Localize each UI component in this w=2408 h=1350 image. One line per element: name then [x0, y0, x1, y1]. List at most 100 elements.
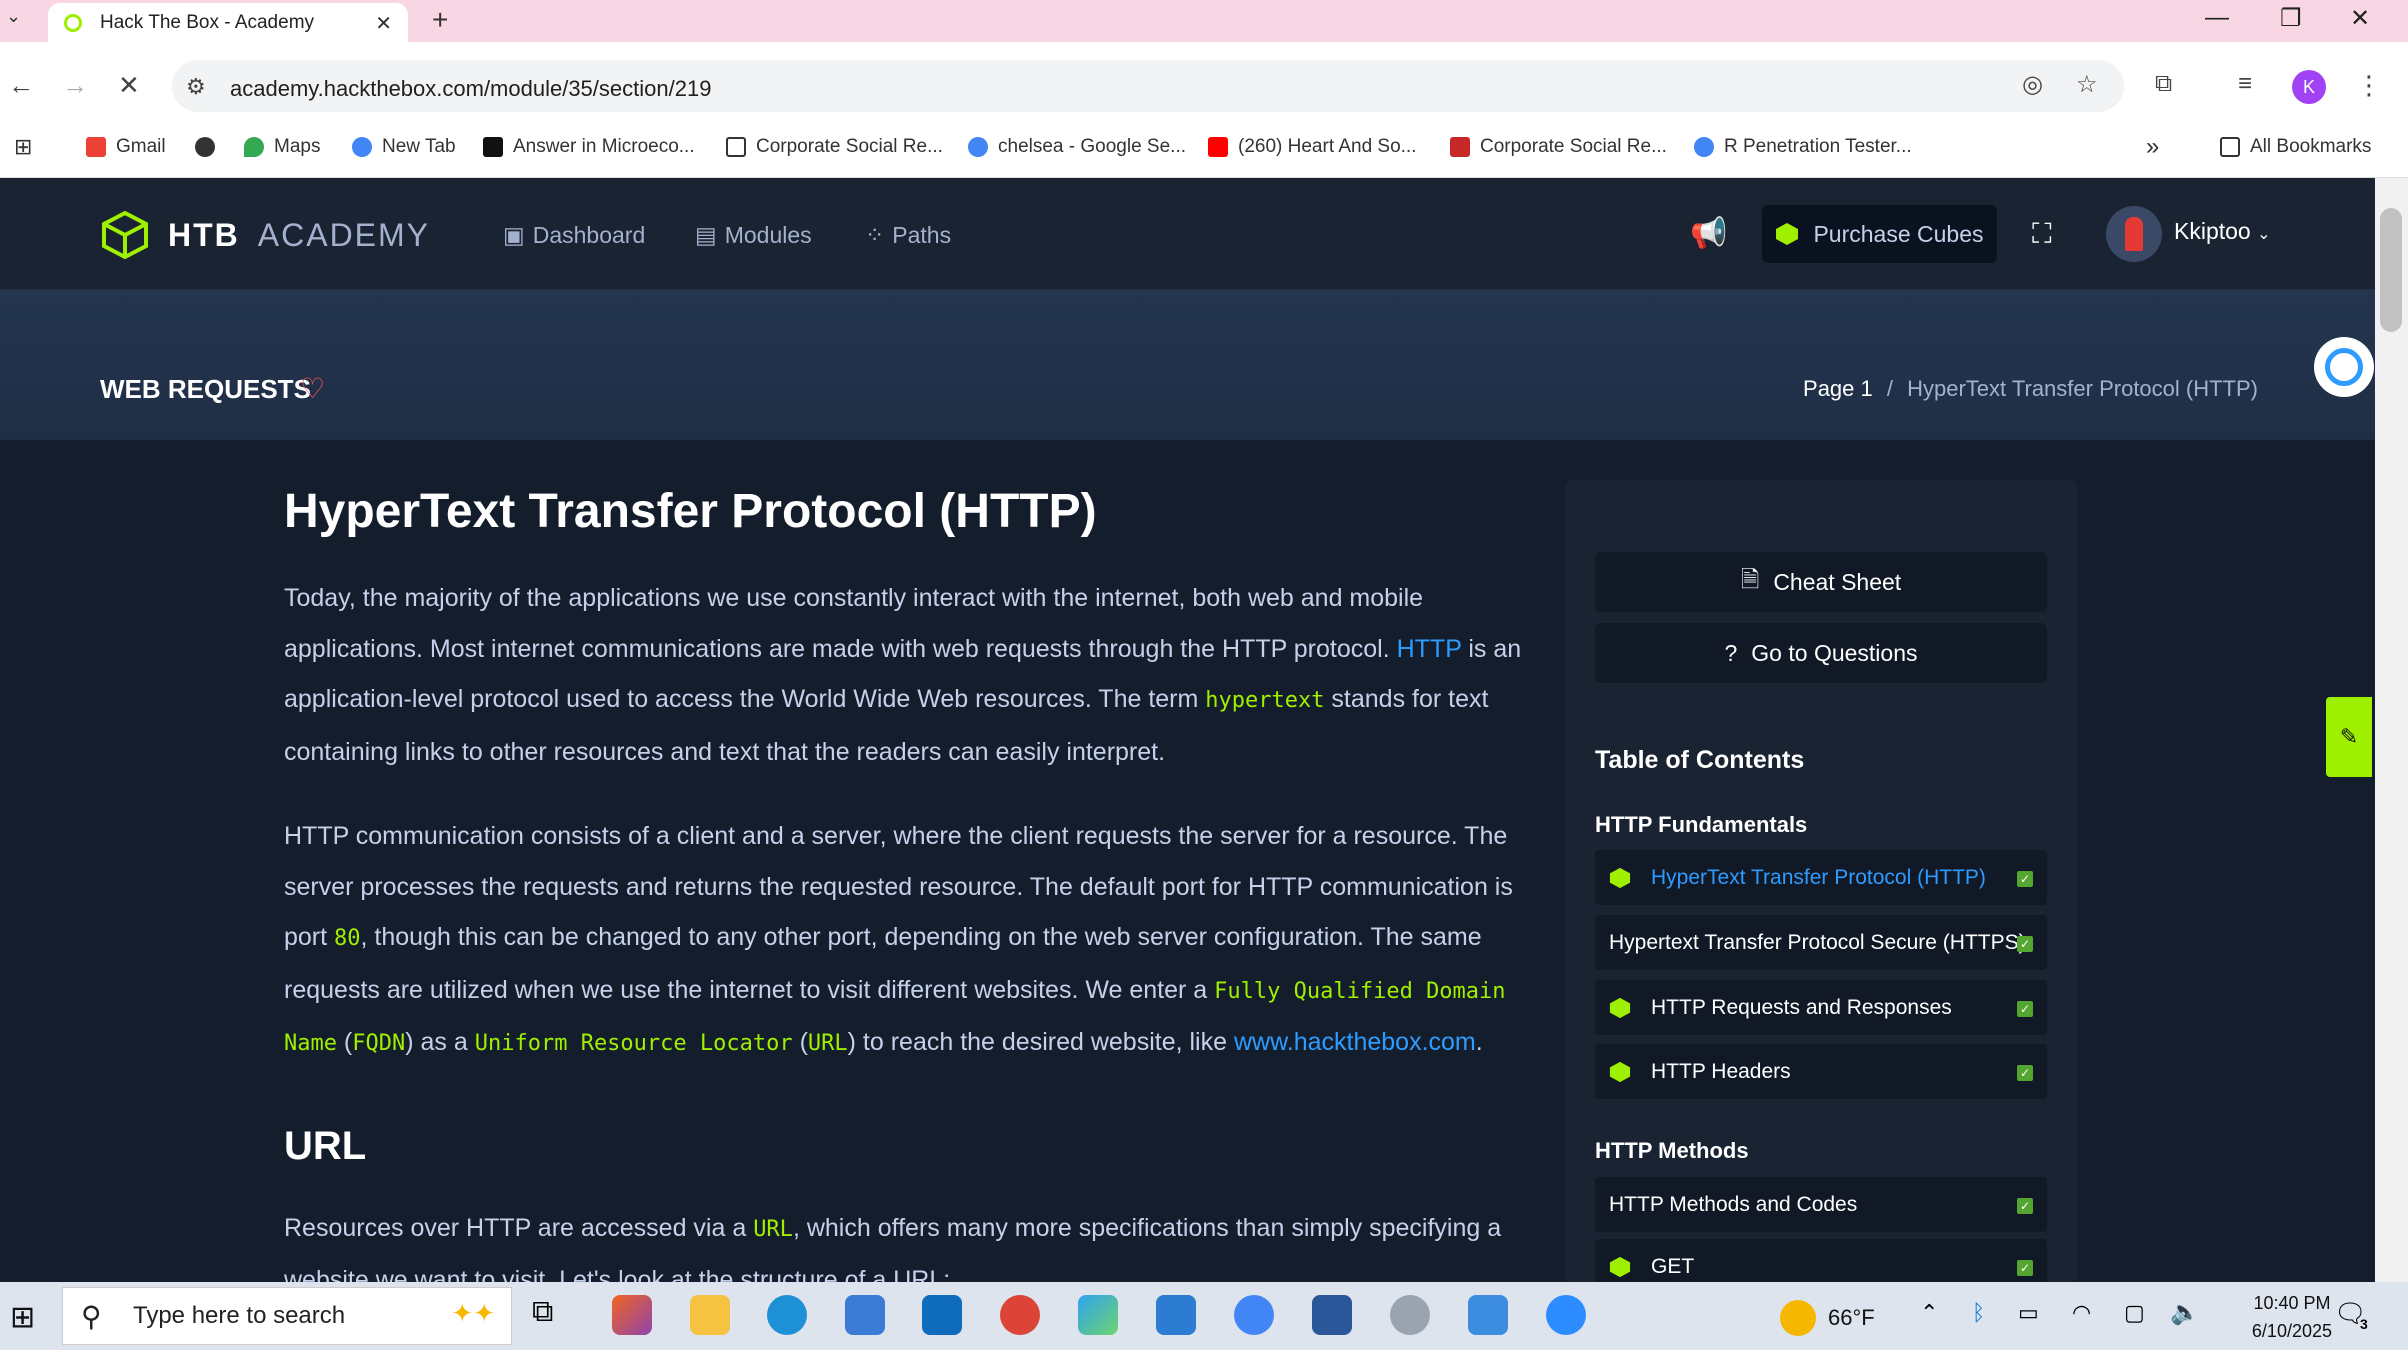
all-bookmarks[interactable]: All Bookmarks: [2220, 132, 2371, 162]
network-icon[interactable]: ▢: [2124, 1300, 2145, 1326]
zoom-icon[interactable]: [1546, 1295, 1586, 1335]
snipping-icon[interactable]: [1390, 1295, 1430, 1335]
bluetooth-icon[interactable]: ᛒ: [1972, 1300, 1985, 1326]
edge-icon[interactable]: [767, 1295, 807, 1335]
site-info-icon[interactable]: ⚙: [186, 74, 206, 100]
section-heading-url: URL: [284, 1123, 367, 1168]
close-tab-icon[interactable]: ✕: [375, 11, 392, 36]
vscode-icon[interactable]: [1156, 1295, 1196, 1335]
chrome-icon[interactable]: [1000, 1295, 1040, 1335]
toc-item-http[interactable]: HyperText Transfer Protocol (HTTP) ✓: [1595, 850, 2047, 905]
notification-count: 3: [2360, 1316, 2368, 1332]
maps-pin-icon: [244, 137, 264, 157]
toc-item-requests-responses[interactable]: HTTP Requests and Responses ✓: [1595, 980, 2047, 1035]
bookmark-microeco[interactable]: Answer in Microeco...: [483, 132, 695, 162]
close-window-icon[interactable]: ✕: [2350, 4, 2370, 33]
forward-icon[interactable]: →: [62, 70, 88, 101]
store-icon[interactable]: [845, 1295, 885, 1335]
tab-search-icon[interactable]: ⌄: [6, 6, 21, 27]
m365-icon[interactable]: [1078, 1295, 1118, 1335]
fullscreen-icon[interactable]: ⛶: [2032, 218, 2052, 251]
hackthebox-link[interactable]: www.hackthebox.com: [1234, 1028, 1476, 1056]
url-text[interactable]: academy.hackthebox.com/module/35/section…: [230, 76, 711, 102]
announcements-icon[interactable]: 📢: [1690, 216, 1727, 251]
file-explorer-icon[interactable]: [690, 1295, 730, 1335]
nav-dashboard[interactable]: ▣ Dashboard: [503, 222, 645, 249]
code-port: 80: [334, 926, 361, 951]
page-scrollbar[interactable]: [2375, 178, 2408, 1282]
completed-check-icon: ✓: [2017, 936, 2033, 952]
eye-off-icon[interactable]: ◎: [2022, 70, 2043, 99]
google-icon: [352, 137, 372, 157]
bookmark-pentester[interactable]: R Penetration Tester...: [1694, 132, 1912, 162]
extensions-icon[interactable]: ⧉: [2155, 70, 2172, 98]
favorite-heart-icon[interactable]: ♡: [300, 372, 325, 405]
address-toolbar: ← → ✕ ⚙ academy.hackthebox.com/module/35…: [0, 42, 2408, 132]
restore-icon[interactable]: ❐: [2280, 4, 2302, 33]
minimize-icon[interactable]: —: [2205, 4, 2229, 32]
cube-icon: [1776, 223, 1799, 245]
htb-logo[interactable]: HTB ACADEMY: [100, 210, 430, 260]
windows-start-icon[interactable]: ⊞: [10, 1300, 35, 1335]
more-bookmarks-icon[interactable]: »: [2146, 132, 2159, 162]
scrollbar-thumb[interactable]: [2380, 208, 2402, 332]
toc-panel: Table of Contents HTTP Fundamentals Hype…: [1565, 712, 2077, 1294]
browser-tab-strip: ⌄ Hack The Box - Academy ✕ + — ❐ ✕: [0, 0, 2408, 42]
pencil-edit-icon[interactable]: ✎: [2326, 697, 2372, 777]
wifi-icon[interactable]: ◠: [2072, 1300, 2091, 1326]
taskbar-search-input[interactable]: ⚲ Type here to search ✦✦: [62, 1287, 512, 1345]
cheat-sheet-button[interactable]: 🗎 Cheat Sheet: [1595, 552, 2047, 612]
bookmark-youtube[interactable]: (260) Heart And So...: [1208, 132, 1417, 162]
breadcrumb-page[interactable]: Page 1: [1803, 376, 1873, 401]
nav-modules[interactable]: ▤ Modules: [695, 222, 812, 249]
bookmark-newtab[interactable]: New Tab: [352, 132, 456, 162]
go-to-questions-button[interactable]: ? Go to Questions: [1595, 623, 2047, 683]
bookmark-maps[interactable]: Maps: [244, 132, 320, 162]
word-icon[interactable]: [1312, 1295, 1352, 1335]
bookmark-gmail[interactable]: Gmail: [86, 132, 166, 162]
bookmark-globe[interactable]: [195, 132, 225, 162]
toc-item-https[interactable]: Hypertext Transfer Protocol Secure (HTTP…: [1595, 915, 2047, 970]
module-hero: [0, 290, 2375, 440]
new-tab-icon[interactable]: +: [432, 4, 448, 36]
toc-item-methods-codes[interactable]: HTTP Methods and Codes ✓: [1595, 1177, 2047, 1232]
document-icon: 🗎: [1740, 565, 1760, 592]
chrome-alt-icon[interactable]: [1234, 1295, 1274, 1335]
breadcrumb-separator: /: [1886, 376, 1893, 401]
stop-loading-icon[interactable]: ✕: [118, 70, 140, 101]
user-avatar[interactable]: [2106, 206, 2162, 262]
nav-paths[interactable]: ⁘ Paths: [865, 222, 951, 249]
modules-icon: ▤: [695, 222, 717, 248]
quick-actions-panel: 🗎 Cheat Sheet ? Go to Questions: [1565, 480, 2077, 718]
outlook-icon[interactable]: [922, 1295, 962, 1335]
breadcrumb-section: HyperText Transfer Protocol (HTTP): [1907, 376, 2258, 401]
toc-item-headers[interactable]: HTTP Headers ✓: [1595, 1044, 2047, 1099]
task-view-icon[interactable]: ⧉: [532, 1295, 572, 1335]
purchase-cubes-button[interactable]: Purchase Cubes: [1762, 205, 1997, 263]
media-icon[interactable]: ≡: [2238, 70, 2252, 98]
chevron-up-icon[interactable]: ⌃: [1920, 1300, 1938, 1326]
bookmark-chelsea[interactable]: chelsea - Google Se...: [968, 132, 1186, 162]
menu-kebab-icon[interactable]: ⋮: [2356, 70, 2382, 101]
paragraph-2: HTTP communication consists of a client …: [284, 822, 1513, 1056]
battery-icon[interactable]: ▭: [2018, 1300, 2039, 1326]
photos-icon[interactable]: [1468, 1295, 1508, 1335]
globe-icon: [195, 137, 215, 157]
taskbar-clock[interactable]: 10:40 PM 6/10/2025: [2252, 1289, 2332, 1345]
user-menu[interactable]: Kkiptoo ⌄: [2174, 218, 2271, 245]
dashboard-icon: ▣: [503, 222, 525, 248]
bookmark-csr-2[interactable]: Corporate Social Re...: [1450, 132, 1667, 162]
volume-icon[interactable]: 🔈: [2170, 1298, 2200, 1327]
weather-widget[interactable]: 66°F: [1780, 1300, 1875, 1336]
paths-icon: ⁘: [865, 222, 885, 248]
profile-avatar[interactable]: K: [2292, 70, 2326, 104]
apps-grid-icon[interactable]: ⊞: [14, 132, 32, 162]
bookmark-csr-1[interactable]: Corporate Social Re...: [726, 132, 943, 162]
browser-tab[interactable]: Hack The Box - Academy ✕: [48, 3, 408, 42]
completed-check-icon: ✓: [2017, 1001, 2033, 1017]
copilot-icon[interactable]: [612, 1295, 652, 1335]
http-link[interactable]: HTTP: [1397, 635, 1462, 663]
back-icon[interactable]: ←: [8, 70, 34, 101]
bookmark-star-icon[interactable]: ☆: [2076, 70, 2098, 99]
assistant-swirl-icon[interactable]: [2314, 337, 2374, 397]
